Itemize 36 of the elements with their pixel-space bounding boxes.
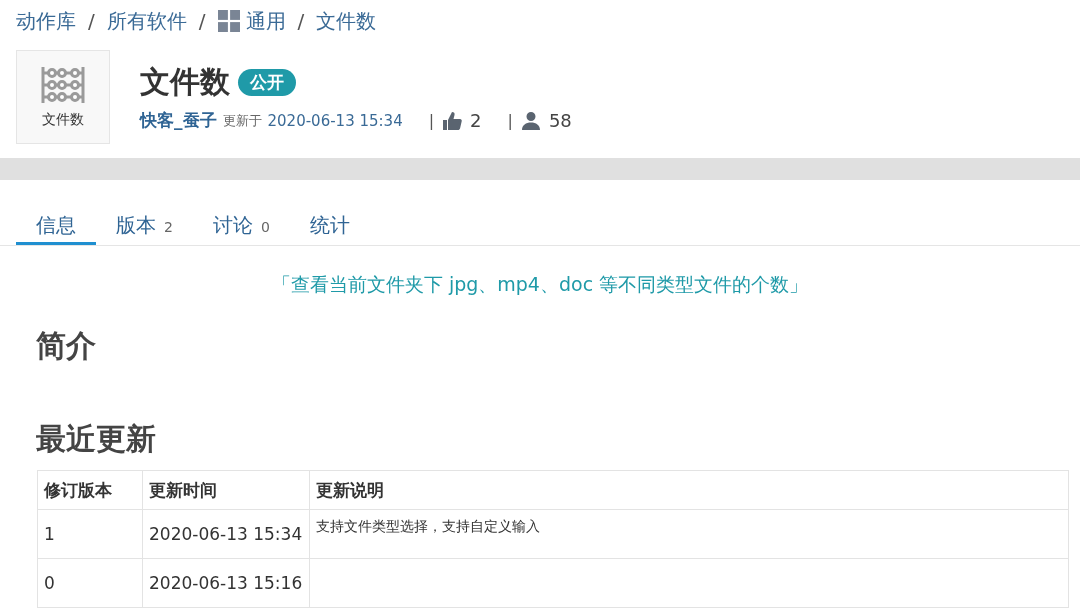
- like-count: 2: [470, 110, 482, 131]
- app-title: 文件数: [140, 63, 230, 101]
- column-header: 更新说明: [309, 470, 1069, 510]
- breadcrumb-separator: /: [198, 9, 206, 33]
- separator: |: [428, 111, 435, 130]
- section-heading: 简介: [36, 327, 97, 365]
- breadcrumb-link[interactable]: 动作库: [16, 7, 76, 35]
- table-cell: 0: [37, 558, 143, 608]
- breadcrumb-link[interactable]: 文件数: [316, 7, 377, 35]
- tab[interactable]: 版本 2: [96, 208, 193, 245]
- visibility-badge: 公开: [238, 69, 296, 96]
- updated-label: 更新于: [222, 111, 262, 130]
- app-icon-label: 文件数: [42, 111, 84, 129]
- table-cell: 2020-06-13 15:34: [142, 509, 310, 559]
- thumbs-up-icon: [442, 110, 463, 131]
- breadcrumb-separator: /: [297, 9, 305, 33]
- breadcrumb-separator: /: [88, 9, 95, 33]
- breadcrumb-link[interactable]: 通用: [245, 7, 286, 35]
- column-header: 修订版本: [37, 470, 143, 510]
- table-cell: 2020-06-13 15:16: [142, 558, 310, 608]
- breadcrumb-link[interactable]: 所有软件: [106, 7, 187, 35]
- section-heading: 最近更新: [36, 420, 157, 458]
- author-link[interactable]: 快客_蚕子: [140, 109, 217, 132]
- separator: |: [507, 111, 513, 130]
- table-cell: 支持文件类型选择，支持自定义输入: [309, 509, 1069, 559]
- tab[interactable]: 统计: [289, 208, 370, 245]
- grid-icon: [217, 10, 240, 32]
- tab[interactable]: 讨论 0: [192, 208, 290, 245]
- table-cell: 1: [37, 509, 143, 559]
- user-count: 58: [548, 110, 572, 131]
- user-icon: [520, 110, 541, 131]
- tab[interactable]: 信息: [16, 208, 96, 245]
- abacus-icon: [40, 65, 86, 105]
- updated-date: 2020-06-13 15:34: [267, 111, 403, 130]
- column-header: 更新时间: [142, 470, 310, 510]
- tagline: 「查看当前文件夹下 jpg、mp4、doc 等不同类型文件的个数」: [270, 272, 810, 297]
